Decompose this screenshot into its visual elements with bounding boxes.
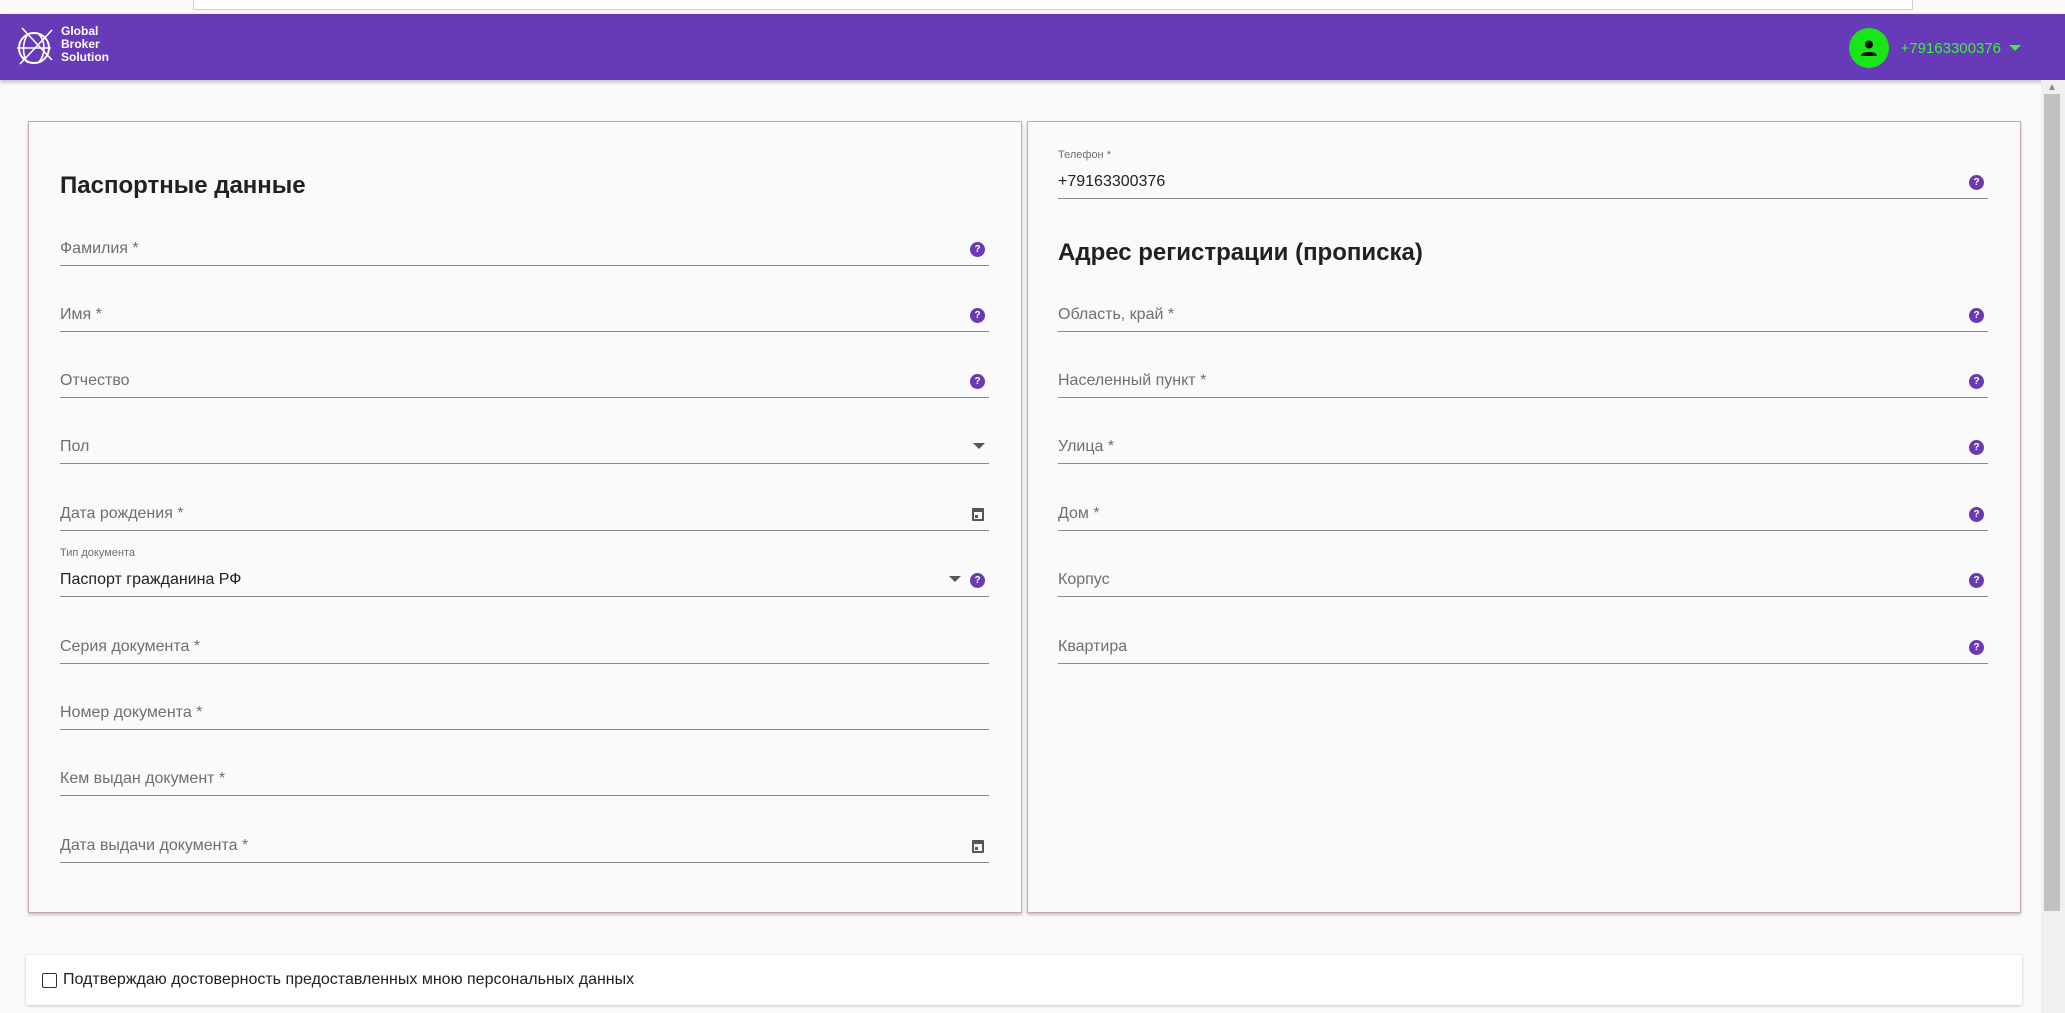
calendar-icon[interactable] (972, 840, 984, 853)
help-icon[interactable]: ? (1969, 573, 1984, 588)
building-field[interactable]: Корпус ? (1058, 551, 1988, 597)
birth-date-label: Дата рождения * (60, 505, 184, 522)
issue-date-label: Дата выдачи документа * (60, 837, 249, 854)
caret-down-icon[interactable] (949, 576, 961, 582)
locality-field[interactable]: Населенный пункт * ? (1058, 352, 1988, 398)
street-label: Улица * (1058, 438, 1115, 455)
avatar[interactable] (1849, 28, 1890, 68)
partial-input-edge (193, 0, 1913, 10)
document-number-field[interactable]: Номер документа * (60, 684, 989, 730)
scrollbar[interactable]: ▲ (2041, 80, 2065, 1013)
app-bar: Global Broker Solution +79163300376 (0, 14, 2065, 80)
caret-down-icon[interactable] (973, 443, 985, 449)
logo-line-3: Solution (61, 50, 109, 64)
gender-select[interactable]: Пол (60, 418, 989, 464)
document-number-label: Номер документа * (60, 704, 203, 721)
last-name-field[interactable]: Фамилия * ? (60, 220, 989, 266)
phone-label: Телефон * (1058, 149, 1111, 161)
help-icon[interactable]: ? (1969, 175, 1984, 190)
issued-by-label: Кем выдан документ * (60, 770, 226, 787)
patronymic-label: Отчество (60, 372, 130, 389)
region-field[interactable]: Область, край * ? (1058, 286, 1988, 332)
document-series-label: Серия документа * (60, 638, 201, 655)
help-icon[interactable]: ? (970, 308, 985, 323)
document-series-field[interactable]: Серия документа * (60, 618, 989, 664)
help-icon[interactable]: ? (1969, 308, 1984, 323)
phone-field[interactable]: Телефон * +79163300376 ? (1058, 149, 1988, 199)
calendar-icon[interactable] (972, 508, 984, 521)
top-strip (0, 0, 2065, 14)
document-type-select[interactable]: Тип документа Паспорт гражданина РФ ? (60, 547, 989, 597)
document-type-value: Паспорт гражданина РФ (60, 571, 242, 588)
address-section-title: Адрес регистрации (прописка) (1058, 239, 1423, 266)
region-label: Область, край * (1058, 306, 1175, 323)
birth-date-field[interactable]: Дата рождения * (60, 485, 989, 531)
apartment-label: Квартира (1058, 638, 1128, 655)
passport-card: Паспортные данные Фамилия * ? Имя * ? От… (28, 121, 1022, 913)
help-icon[interactable]: ? (970, 374, 985, 389)
first-name-field[interactable]: Имя * ? (60, 286, 989, 332)
issue-date-field[interactable]: Дата выдачи документа * (60, 817, 989, 863)
user-phone[interactable]: +79163300376 (1900, 40, 2001, 57)
issued-by-field[interactable]: Кем выдан документ * (60, 750, 989, 796)
first-name-label: Имя * (60, 306, 102, 323)
street-field[interactable]: Улица * ? (1058, 418, 1988, 464)
locality-label: Населенный пункт * (1058, 372, 1207, 389)
help-icon[interactable]: ? (1969, 374, 1984, 389)
help-icon[interactable]: ? (1969, 640, 1984, 655)
house-field[interactable]: Дом * ? (1058, 485, 1988, 531)
confirm-checkbox[interactable] (42, 973, 57, 988)
help-icon[interactable]: ? (1969, 440, 1984, 455)
apartment-field[interactable]: Квартира ? (1058, 618, 1988, 664)
user-menu[interactable]: +79163300376 (1849, 28, 2021, 68)
logo[interactable]: Global Broker Solution (14, 24, 124, 72)
last-name-label: Фамилия * (60, 240, 139, 257)
help-icon[interactable]: ? (970, 573, 985, 588)
confirmation-bar: Подтверждаю достоверность предоставленны… (26, 955, 2022, 1005)
address-card: Телефон * +79163300376 ? Адрес регистрац… (1027, 121, 2021, 913)
person-icon (1861, 40, 1878, 56)
house-label: Дом * (1058, 505, 1100, 522)
globe-logo-icon (17, 27, 53, 65)
gender-label: Пол (60, 438, 90, 455)
scrollbar-thumb[interactable] (2044, 94, 2060, 911)
scroll-up-arrow-icon[interactable]: ▲ (2047, 82, 2057, 93)
logo-text: Global Broker Solution (61, 25, 109, 64)
patronymic-field[interactable]: Отчество ? (60, 352, 989, 398)
document-type-label: Тип документа (60, 547, 136, 559)
passport-section-title: Паспортные данные (60, 172, 306, 199)
help-icon[interactable]: ? (970, 242, 985, 257)
phone-value: +79163300376 (1058, 173, 1166, 190)
help-icon[interactable]: ? (1969, 507, 1984, 522)
building-label: Корпус (1058, 571, 1110, 588)
caret-down-icon[interactable] (2009, 45, 2021, 51)
confirm-label[interactable]: Подтверждаю достоверность предоставленны… (63, 971, 634, 989)
